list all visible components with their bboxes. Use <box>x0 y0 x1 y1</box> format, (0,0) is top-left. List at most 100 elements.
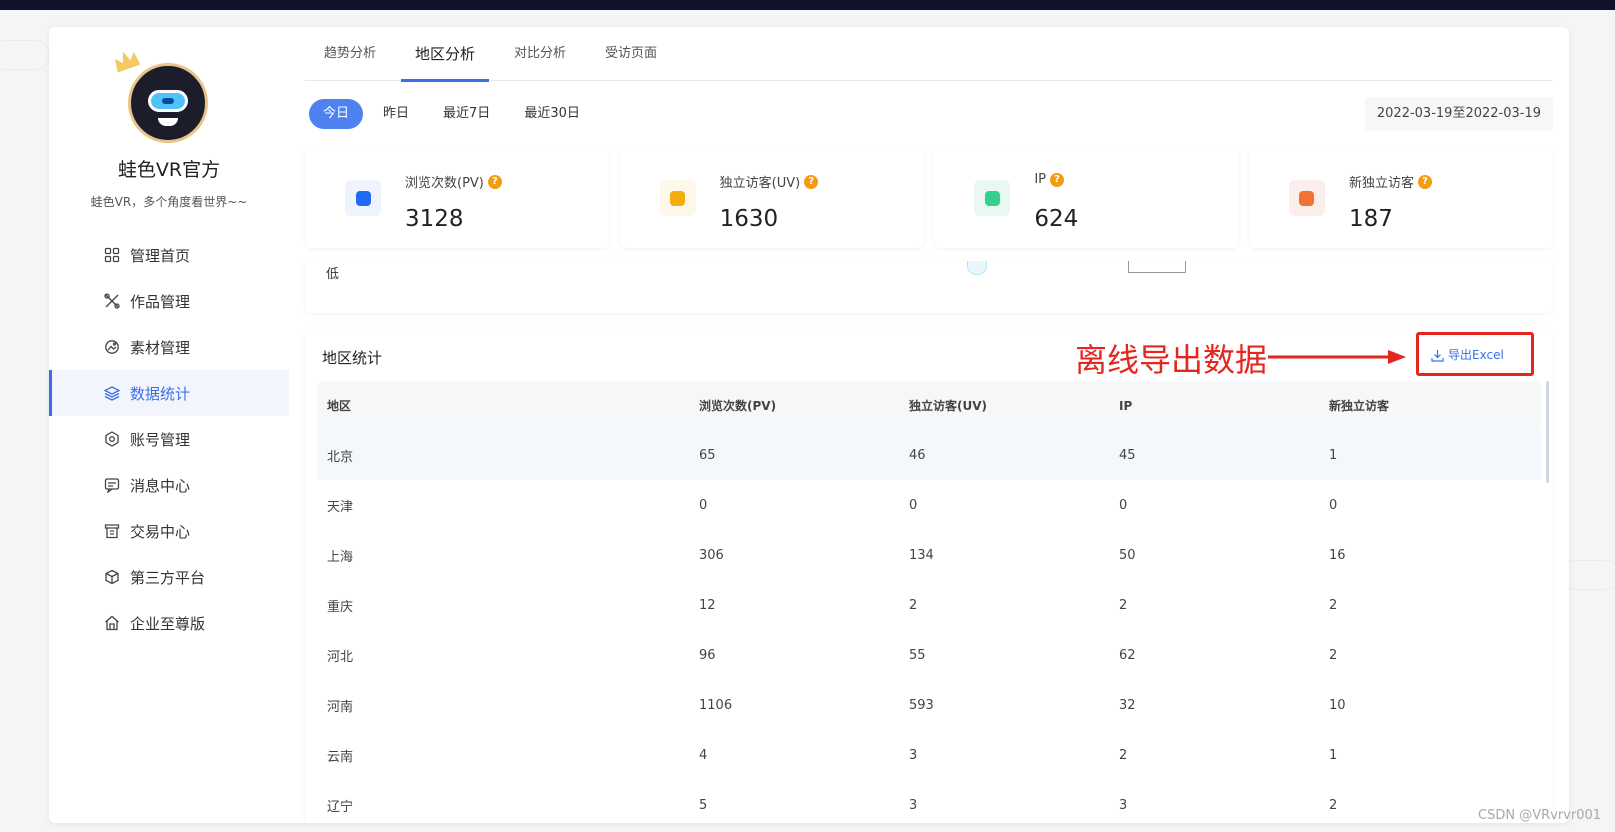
cell-region: 辽宁 <box>327 799 354 815</box>
cube-icon <box>104 569 120 585</box>
download-icon <box>1431 349 1444 362</box>
cell-uv: 3 <box>909 797 918 813</box>
watermark: CSDN @VRvrvr001 <box>1478 808 1602 823</box>
column-header[interactable]: 地区 <box>317 397 699 414</box>
help-icon[interactable]: ? <box>804 174 819 189</box>
building-icon <box>104 615 120 631</box>
cell-ip: 3 <box>1119 797 1128 813</box>
table-row[interactable]: 天津 0 0 0 0 <box>317 480 1541 530</box>
annotation-highlight-box: 导出Excel <box>1416 332 1534 376</box>
cell-ip: 2 <box>1119 747 1128 763</box>
date-range-picker[interactable]: 2022-03-19至2022-03-19 <box>1364 97 1553 131</box>
cell-new-visitors: 16 <box>1329 547 1346 563</box>
sidebar-nav: 管理首页 作品管理 素材管理 数据统计 账号管理 消息中心 交易中心 第三方平台… <box>49 232 289 646</box>
sidebar-item-materials[interactable]: 素材管理 <box>49 324 289 370</box>
cell-pv: 0 <box>699 497 708 513</box>
logo-mouth <box>158 118 178 126</box>
sidebar-item-third-party[interactable]: 第三方平台 <box>49 554 289 600</box>
table-row[interactable]: 河北 96 55 62 2 <box>317 630 1541 680</box>
cell-uv: 134 <box>909 547 934 563</box>
sidebar-item-label: 管理首页 <box>130 246 191 265</box>
tab-trend[interactable]: 趋势分析 <box>310 27 390 81</box>
region-stats-panel: 地区统计 离线导出数据 导出Excel 地区 浏览次数(PV) 独立访客(UV)… <box>305 329 1553 823</box>
cell-new-visitors: 1 <box>1329 447 1338 463</box>
filter-last-30-days[interactable]: 最近30日 <box>510 99 594 129</box>
table-row[interactable]: 辽宁 5 3 3 2 <box>317 780 1541 823</box>
table-row[interactable]: 重庆 12 2 2 2 <box>317 580 1541 630</box>
tools-icon <box>104 293 120 309</box>
table-row[interactable]: 上海 306 134 50 16 <box>317 530 1541 580</box>
pv-icon <box>345 180 381 216</box>
sidebar-item-account[interactable]: 账号管理 <box>49 416 289 462</box>
help-icon[interactable]: ? <box>487 174 502 189</box>
map-region-shape <box>967 261 987 275</box>
sidebar-item-works[interactable]: 作品管理 <box>49 278 289 324</box>
ip-icon <box>974 180 1011 216</box>
cell-region: 天津 <box>327 499 354 515</box>
new-visitor-icon <box>1288 180 1325 216</box>
cell-pv: 4 <box>699 747 708 763</box>
export-label: 导出Excel <box>1448 348 1504 362</box>
table-row[interactable]: 北京 65 46 45 1 <box>317 430 1541 480</box>
crown-icon <box>114 51 141 73</box>
column-header[interactable]: 独立访客(UV) <box>909 397 1119 414</box>
cell-region: 河南 <box>327 699 354 715</box>
main-content: 趋势分析 地区分析 对比分析 受访页面 今日 昨日 最近7日 最近30日 202… <box>305 27 1553 823</box>
help-icon[interactable]: ? <box>1050 172 1064 187</box>
cell-pv: 65 <box>699 447 716 463</box>
stat-label-text: 新独立访客 <box>1348 176 1414 191</box>
tab-region[interactable]: 地区分析 <box>401 27 490 82</box>
stat-label: 浏览次数(PV)? <box>405 172 502 191</box>
cell-ip: 50 <box>1119 547 1136 563</box>
tab-visited-pages[interactable]: 受访页面 <box>591 27 671 81</box>
cell-region: 北京 <box>327 449 354 465</box>
tab-compare[interactable]: 对比分析 <box>500 27 580 81</box>
sidebar-item-label: 账号管理 <box>130 430 191 449</box>
cell-uv: 3 <box>909 747 918 763</box>
cell-uv: 2 <box>909 597 918 613</box>
cell-new-visitors: 0 <box>1329 497 1338 513</box>
stat-value: 3128 <box>405 206 464 232</box>
stats-cards: 浏览次数(PV)? 3128 独立访客(UV)? 1630 IP? 624 新独… <box>305 148 1553 248</box>
sidebar-item-home[interactable]: 管理首页 <box>49 232 289 278</box>
layers-icon <box>104 385 120 401</box>
annotation-arrow <box>1268 350 1406 364</box>
filter-yesterday[interactable]: 昨日 <box>369 99 423 129</box>
brand-slogan: 蛙色VR，多个角度看世界~~ <box>90 195 248 209</box>
sidebar-item-transactions[interactable]: 交易中心 <box>49 508 289 554</box>
table-row[interactable]: 河南 1106 593 32 10 <box>317 680 1541 730</box>
cell-pv: 12 <box>699 597 716 613</box>
message-icon <box>104 477 120 493</box>
column-header[interactable]: 浏览次数(PV) <box>699 397 909 414</box>
sidebar-item-label: 数据统计 <box>130 384 191 403</box>
cell-new-visitors: 2 <box>1329 597 1338 613</box>
cell-uv: 46 <box>909 447 926 463</box>
uv-icon <box>659 180 696 216</box>
filter-last-7-days[interactable]: 最近7日 <box>429 99 504 129</box>
cell-uv: 593 <box>909 697 934 713</box>
cell-pv: 306 <box>699 547 724 563</box>
column-header[interactable]: 新独立访客 <box>1329 397 1541 414</box>
sidebar-item-statistics[interactable]: 数据统计 <box>49 370 289 416</box>
cell-ip: 32 <box>1119 697 1136 713</box>
help-icon[interactable]: ? <box>1417 174 1432 189</box>
sidebar-item-label: 消息中心 <box>130 476 191 495</box>
cell-region: 重庆 <box>327 599 354 615</box>
column-header[interactable]: IP <box>1119 399 1329 413</box>
map-legend-low: 低 <box>326 267 340 282</box>
sidebar-item-label: 企业至尊版 <box>130 614 206 633</box>
filter-today[interactable]: 今日 <box>309 99 364 129</box>
sidebar-item-enterprise[interactable]: 企业至尊版 <box>49 600 289 646</box>
panel-title: 地区统计 <box>322 349 383 367</box>
cell-new-visitors: 10 <box>1329 697 1346 713</box>
receipt-icon <box>104 523 120 539</box>
stat-value: 624 <box>1034 206 1079 232</box>
cell-region: 上海 <box>327 549 354 565</box>
table-scrollbar[interactable] <box>1546 381 1549 483</box>
sidebar-item-messages[interactable]: 消息中心 <box>49 462 289 508</box>
cell-pv: 1106 <box>699 697 733 713</box>
cell-ip: 0 <box>1119 497 1128 513</box>
table-row[interactable]: 云南 4 3 2 1 <box>317 730 1541 780</box>
logo-visor-inner <box>162 98 174 104</box>
export-excel-button[interactable]: 导出Excel <box>1431 343 1504 367</box>
